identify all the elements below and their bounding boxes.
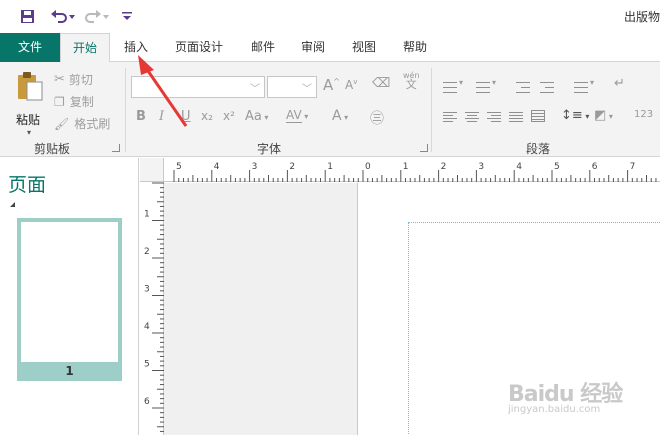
annotation-arrow: [138, 55, 188, 127]
annotation-arrow-line: [144, 67, 188, 127]
watermark-url: jingyan.baidu.com: [508, 404, 601, 415]
annotation-arrow-head: [138, 55, 154, 75]
watermark: Baidu 经验 jingyan.baidu.com: [508, 376, 623, 415]
